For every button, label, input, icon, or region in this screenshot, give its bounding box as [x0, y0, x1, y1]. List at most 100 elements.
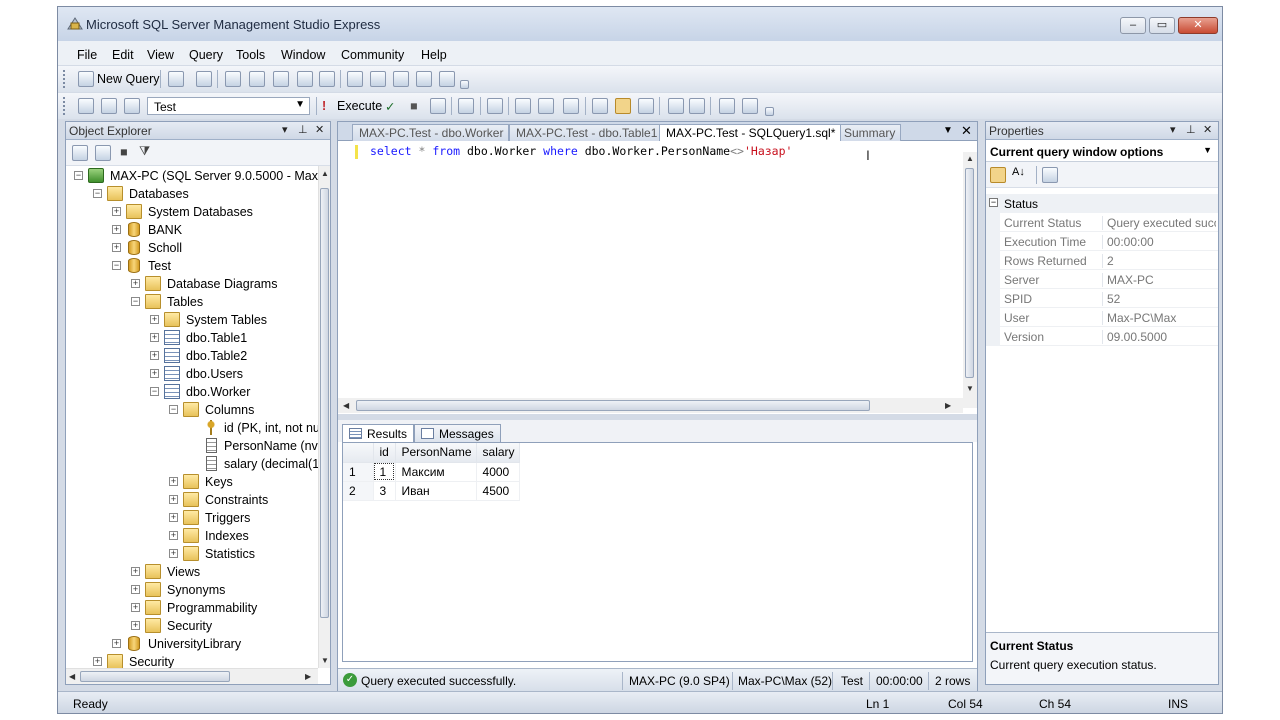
toolbar-grip[interactable]: [63, 97, 66, 115]
expand-icon[interactable]: +: [93, 657, 102, 666]
property-pages-icon[interactable]: [1042, 167, 1058, 183]
cell-id[interactable]: 3: [373, 481, 396, 501]
auto-hide-pin-icon[interactable]: ⊥: [1186, 123, 1196, 136]
property-row[interactable]: SPID 52: [986, 289, 1218, 308]
menu-query[interactable]: Query: [189, 48, 223, 62]
expand-icon[interactable]: +: [169, 513, 178, 522]
menu-view[interactable]: View: [147, 48, 174, 62]
collapse-icon[interactable]: −: [131, 297, 140, 306]
auto-hide-pin-icon[interactable]: ⊥: [298, 123, 308, 136]
parse-icon[interactable]: ✓: [385, 99, 395, 114]
collapse-icon[interactable]: −: [989, 198, 998, 207]
expand-icon[interactable]: +: [112, 243, 121, 252]
cell-salary[interactable]: 4000: [476, 462, 520, 482]
panel-close-icon[interactable]: ✕: [315, 123, 324, 136]
toolbar-grip[interactable]: [63, 70, 66, 88]
menu-tools[interactable]: Tools: [236, 48, 265, 62]
property-row[interactable]: Version 09.00.5000: [986, 327, 1218, 346]
uncomment-icon[interactable]: [689, 98, 705, 114]
save-icon[interactable]: [297, 71, 313, 87]
increase-indent-icon[interactable]: [742, 98, 758, 114]
stop-icon[interactable]: ■: [120, 145, 128, 159]
menu-community[interactable]: Community: [341, 48, 404, 62]
tab-table1[interactable]: MAX-PC.Test - dbo.Table1: [509, 124, 664, 141]
properties-window-icon[interactable]: [416, 71, 432, 87]
properties-object-select[interactable]: Current query window options ▼: [986, 140, 1218, 162]
available-databases-select[interactable]: Test ▼: [147, 97, 310, 115]
scroll-up-arrow-icon[interactable]: ▲: [966, 154, 974, 163]
scroll-left-arrow-icon[interactable]: ◀: [343, 401, 349, 410]
expand-icon[interactable]: +: [169, 549, 178, 558]
expand-icon[interactable]: +: [131, 567, 140, 576]
row-number[interactable]: 1: [343, 462, 374, 482]
expand-icon[interactable]: +: [131, 585, 140, 594]
expand-icon[interactable]: +: [112, 639, 121, 648]
open-project-icon[interactable]: [249, 71, 265, 87]
results-to-text-icon[interactable]: [592, 98, 608, 114]
expand-icon[interactable]: +: [169, 495, 178, 504]
collapse-icon[interactable]: −: [112, 261, 121, 270]
cell-personname[interactable]: Иван: [395, 481, 477, 501]
menu-window[interactable]: Window: [281, 48, 325, 62]
expand-icon[interactable]: +: [150, 333, 159, 342]
scroll-left-arrow-icon[interactable]: ◀: [69, 672, 75, 681]
collapse-icon[interactable]: −: [150, 387, 159, 396]
menu-help[interactable]: Help: [421, 48, 447, 62]
maximize-button[interactable]: ▭: [1149, 17, 1175, 34]
property-row[interactable]: User Max-PC\Max: [986, 308, 1218, 327]
menu-edit[interactable]: Edit: [112, 48, 134, 62]
collapse-icon[interactable]: −: [93, 189, 102, 198]
save-all-icon[interactable]: [319, 71, 335, 87]
expand-icon[interactable]: +: [112, 207, 121, 216]
expand-icon[interactable]: +: [150, 351, 159, 360]
property-row[interactable]: Current Status Query executed succe: [986, 213, 1218, 232]
new-query-button[interactable]: New Query: [97, 72, 160, 86]
scroll-right-arrow-icon[interactable]: ▶: [305, 672, 311, 681]
estimated-plan-icon[interactable]: [430, 98, 446, 114]
scroll-thumb[interactable]: [965, 168, 974, 378]
tab-worker[interactable]: MAX-PC.Test - dbo.Worker: [352, 124, 510, 141]
cell-personname[interactable]: Максим: [395, 462, 477, 482]
toolbar-options-icon[interactable]: [765, 107, 774, 116]
expand-icon[interactable]: +: [150, 369, 159, 378]
cell-salary[interactable]: 4500: [476, 481, 520, 501]
change-connection-icon[interactable]: [124, 98, 140, 114]
row-number[interactable]: 2: [343, 481, 374, 501]
scroll-thumb[interactable]: [320, 188, 329, 618]
close-button[interactable]: ✕: [1178, 17, 1218, 34]
include-plan-icon[interactable]: [515, 98, 531, 114]
column-header-salary[interactable]: salary: [476, 443, 520, 463]
results-to-grid-icon[interactable]: [615, 98, 631, 114]
sql-editor[interactable]: select * from dbo.Worker where dbo.Worke…: [338, 141, 977, 409]
expand-icon[interactable]: +: [131, 621, 140, 630]
connect-icon[interactable]: [72, 145, 88, 161]
column-header-personname[interactable]: PersonName: [395, 443, 477, 463]
object-explorer-vertical-scrollbar[interactable]: ▲ ▼: [318, 166, 330, 668]
collapse-icon[interactable]: −: [74, 171, 83, 180]
window-position-icon[interactable]: ▾: [1170, 123, 1176, 136]
active-files-dropdown-icon[interactable]: ▼: [943, 125, 953, 136]
tab-results[interactable]: Results: [342, 424, 415, 442]
cancel-query-icon[interactable]: ■: [410, 99, 418, 113]
editor-horizontal-scrollbar[interactable]: ◀ ▶: [338, 398, 963, 413]
add-item-icon[interactable]: [273, 71, 289, 87]
results-grid[interactable]: id PersonName salary 1 1 Максим 4000 2 3: [342, 442, 973, 662]
toolbar-options-icon[interactable]: [460, 80, 469, 89]
tab-messages[interactable]: Messages: [414, 424, 501, 442]
alphabetical-icon[interactable]: A↓: [1012, 166, 1025, 178]
table-row[interactable]: 1 1 Максим 4000: [343, 462, 520, 482]
scroll-down-arrow-icon[interactable]: ▼: [321, 656, 329, 665]
client-statistics-icon[interactable]: [538, 98, 554, 114]
sqlcmd-mode-icon[interactable]: [563, 98, 579, 114]
database-engine-query-icon[interactable]: [168, 71, 184, 87]
results-to-file-icon[interactable]: [638, 98, 654, 114]
connect-icon[interactable]: [78, 98, 94, 114]
object-explorer-horizontal-scrollbar[interactable]: ◀ ▶: [66, 668, 318, 684]
open-file-icon[interactable]: [225, 71, 241, 87]
categorized-icon[interactable]: [990, 167, 1006, 183]
minimize-button[interactable]: –: [1120, 17, 1146, 34]
tab-summary[interactable]: Summary: [837, 124, 902, 141]
menu-file[interactable]: File: [77, 48, 97, 62]
filter-icon[interactable]: ⧩: [139, 144, 150, 159]
column-header-id[interactable]: id: [373, 443, 396, 463]
